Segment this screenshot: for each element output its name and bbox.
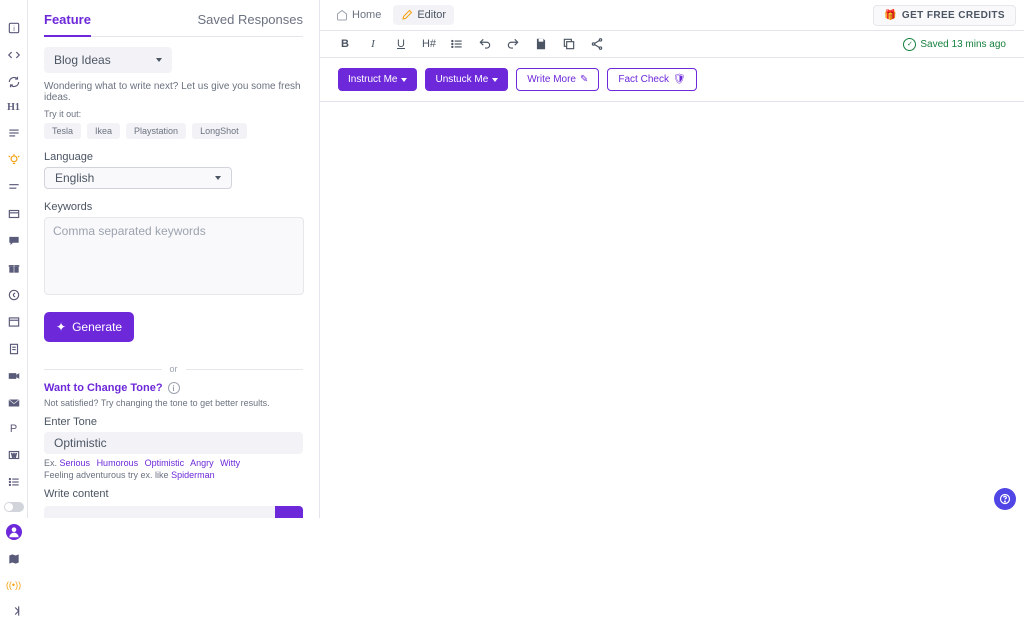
- tone-input[interactable]: [44, 432, 303, 454]
- feature-type-dropdown[interactable]: Blog Ideas: [44, 47, 172, 73]
- ai-action-row: Instruct Me Unstuck Me Write More ✎ Fact…: [320, 58, 1024, 102]
- generate-label: Generate: [72, 320, 122, 334]
- archive-icon[interactable]: [7, 207, 21, 221]
- example-chips: Tesla Ikea Playstation LongShot: [44, 123, 303, 139]
- gift-icon[interactable]: [7, 261, 21, 275]
- tone-examples: Ex. Serious Humorous Optimistic Angry Wi…: [44, 458, 303, 468]
- home-icon: [336, 9, 348, 21]
- tone-opt-witty[interactable]: Witty: [220, 458, 240, 468]
- language-dropdown[interactable]: English: [44, 167, 232, 189]
- info-icon[interactable]: i: [7, 21, 21, 35]
- top-bar: Home Editor GET FREE CREDITS: [320, 0, 1024, 30]
- mail-icon[interactable]: [7, 396, 21, 410]
- broadcast-icon[interactable]: ((•)): [7, 578, 21, 592]
- generate-button[interactable]: ✦ Generate: [44, 312, 134, 342]
- tone-opt-angry[interactable]: Angry: [190, 458, 214, 468]
- write-more-button[interactable]: Write More ✎: [516, 68, 599, 91]
- chat-icon[interactable]: [7, 234, 21, 248]
- chip-longshot[interactable]: LongShot: [192, 123, 247, 139]
- instruct-me-button[interactable]: Instruct Me: [338, 68, 417, 91]
- tab-saved-responses[interactable]: Saved Responses: [197, 12, 303, 36]
- fact-check-button[interactable]: Fact Check 🛡: [607, 68, 696, 91]
- enter-tone-label: Enter Tone: [44, 416, 303, 428]
- write-content-label: Write content: [44, 488, 303, 500]
- content-input[interactable]: [44, 506, 275, 518]
- chevron-down-icon: [401, 78, 407, 82]
- chevron-down-icon: [156, 58, 162, 62]
- paragraph-icon[interactable]: [7, 126, 21, 140]
- svg-text:W: W: [11, 453, 16, 459]
- code-icon[interactable]: [7, 48, 21, 62]
- help-icon: [999, 493, 1011, 505]
- avatar[interactable]: [6, 524, 22, 540]
- unstuck-me-button[interactable]: Unstuck Me: [425, 68, 508, 91]
- tone-opt-spiderman[interactable]: Spiderman: [171, 470, 215, 480]
- feature-helper: Wondering what to write next? Let us giv…: [44, 81, 303, 103]
- keywords-input[interactable]: [44, 217, 304, 295]
- feature-type-value: Blog Ideas: [54, 53, 111, 67]
- language-label: Language: [44, 151, 303, 163]
- language-value: English: [55, 171, 94, 185]
- chip-tesla[interactable]: Tesla: [44, 123, 81, 139]
- copyright-icon[interactable]: [7, 288, 21, 302]
- heading-icon[interactable]: H1: [7, 102, 21, 113]
- tone-subtitle: Not satisfied? Try changing the tone to …: [44, 398, 303, 408]
- undo-button[interactable]: [478, 37, 492, 51]
- bullet-list-button[interactable]: [450, 37, 464, 51]
- editor-area: Home Editor GET FREE CREDITS B I U H# Sa…: [320, 0, 1024, 518]
- shield-icon: 🛡: [673, 74, 686, 85]
- svg-text:i: i: [13, 26, 15, 33]
- help-button[interactable]: [994, 488, 1016, 510]
- info-icon[interactable]: i: [168, 382, 180, 394]
- redo-button[interactable]: [506, 37, 520, 51]
- doc-icon[interactable]: [7, 342, 21, 356]
- edit-icon: [401, 9, 413, 21]
- window-icon[interactable]: [7, 315, 21, 329]
- keywords-label: Keywords: [44, 201, 303, 213]
- tone-opt-optimistic[interactable]: Optimistic: [145, 458, 185, 468]
- lines-icon[interactable]: [7, 180, 21, 194]
- collapse-icon[interactable]: [7, 604, 21, 618]
- submit-content-button[interactable]: [275, 506, 303, 518]
- italic-button[interactable]: I: [366, 37, 380, 51]
- saved-indicator: Saved 13 mins ago: [903, 38, 1006, 51]
- chevron-down-icon: [492, 78, 498, 82]
- tone-opt-humorous[interactable]: Humorous: [97, 458, 139, 468]
- nav-home[interactable]: Home: [328, 5, 389, 25]
- nav-editor[interactable]: Editor: [393, 5, 454, 25]
- tone-opt-serious[interactable]: Serious: [60, 458, 91, 468]
- panel-tabs: Feature Saved Responses: [44, 12, 303, 37]
- sparkle-icon: ✦: [56, 320, 66, 334]
- refresh-icon[interactable]: [7, 75, 21, 89]
- list-icon[interactable]: [7, 475, 21, 489]
- underline-button[interactable]: U: [394, 37, 408, 51]
- chip-playstation[interactable]: Playstation: [126, 123, 186, 139]
- theme-toggle[interactable]: [4, 502, 24, 512]
- chip-ikea[interactable]: Ikea: [87, 123, 120, 139]
- share-button[interactable]: [590, 37, 604, 51]
- feature-panel: Feature Saved Responses Blog Ideas Wonde…: [28, 0, 320, 518]
- get-credits-button[interactable]: GET FREE CREDITS: [873, 5, 1016, 26]
- save-button[interactable]: [534, 37, 548, 51]
- w-icon[interactable]: W: [7, 448, 21, 462]
- copy-button[interactable]: [562, 37, 576, 51]
- video-icon[interactable]: [7, 369, 21, 383]
- tone-adventurous: Feeling adventurous try ex. like Spiderm…: [44, 470, 303, 480]
- bold-button[interactable]: B: [338, 37, 352, 51]
- pencil-icon: ✎: [580, 74, 588, 85]
- left-nav-rail: i H1 P W ((•)): [0, 0, 28, 518]
- map-icon[interactable]: [7, 552, 21, 566]
- editor-toolbar: B I U H# Saved 13 mins ago: [320, 30, 1024, 58]
- tone-title: Want to Change Tone? i: [44, 382, 303, 394]
- p-icon[interactable]: P: [7, 423, 21, 435]
- divider: or: [44, 364, 303, 374]
- idea-icon[interactable]: [7, 153, 21, 167]
- heading-button[interactable]: H#: [422, 37, 436, 51]
- try-label: Try it out:: [44, 109, 303, 119]
- chevron-down-icon: [215, 176, 221, 180]
- tab-feature[interactable]: Feature: [44, 12, 91, 37]
